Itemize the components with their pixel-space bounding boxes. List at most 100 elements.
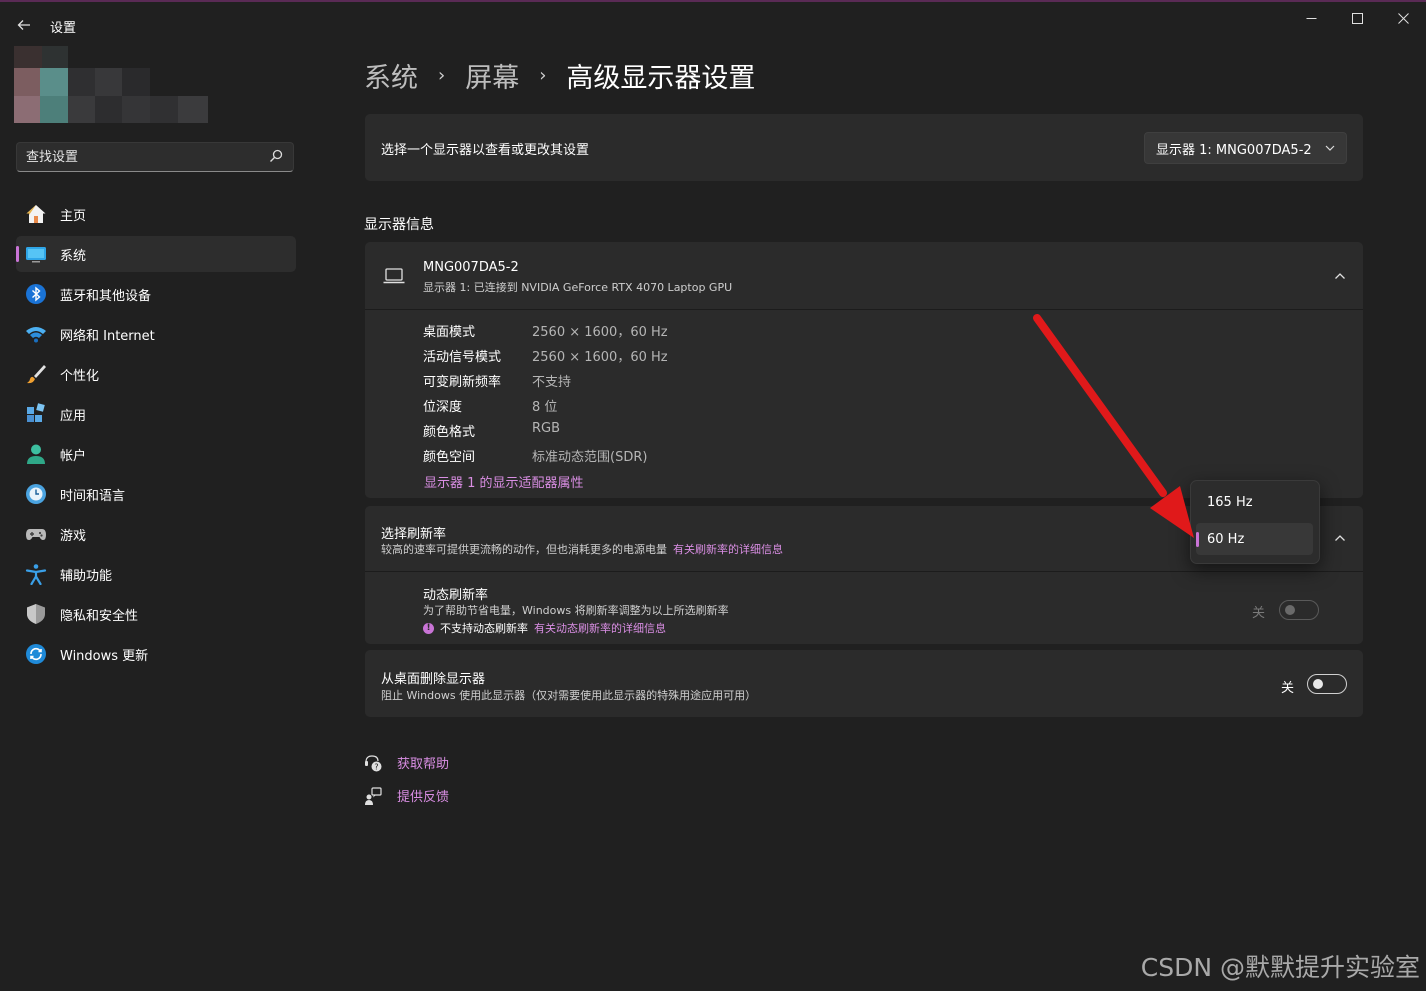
monitor-select-dropdown[interactable]: 显示器 1: MNG007DA5-2 [1144, 132, 1347, 164]
refresh-option-165hz[interactable]: 165 Hz [1196, 486, 1313, 518]
breadcrumb-separator-icon: › [539, 65, 547, 86]
sidebar-item-network[interactable]: 网络和 Internet [16, 316, 296, 352]
sidebar-nav: 主页 系统 蓝牙和其他设备 网络和 Internet 个性化 应用 帐户 时间和… [16, 196, 296, 676]
adapter-properties-link[interactable]: 显示器 1 的显示适配器属性 [424, 472, 584, 491]
dynamic-refresh-warning: ! 不支持动态刷新率 有关动态刷新率的详细信息 [423, 620, 666, 636]
sidebar-item-apps[interactable]: 应用 [16, 396, 296, 432]
close-button[interactable] [1380, 6, 1426, 30]
account-icon [27, 444, 45, 464]
minimize-button[interactable] [1288, 6, 1334, 30]
dynamic-refresh-title: 动态刷新率 [423, 588, 489, 603]
page-title: 高级显示器设置 [566, 63, 756, 94]
display-name: MNG007DA5-2 [423, 260, 519, 275]
window-top-border [0, 0, 1426, 2]
feedback-link[interactable]: 提供反馈 [364, 786, 449, 805]
dynamic-refresh-warning-text: 不支持动态刷新率 [440, 622, 528, 635]
sidebar-item-accessibility[interactable]: 辅助功能 [16, 556, 296, 592]
info-label: 颜色格式 [423, 425, 476, 440]
svg-text:?: ? [374, 762, 378, 771]
toggle-knob [1313, 679, 1323, 689]
chevron-up-icon[interactable] [1333, 531, 1347, 545]
sidebar-item-windows-update[interactable]: Windows 更新 [16, 636, 296, 672]
select-display-card: 选择一个显示器以查看或更改其设置 显示器 1: MNG007DA5-2 [365, 114, 1363, 181]
back-button[interactable] [10, 12, 38, 38]
dynamic-refresh-toggle-label: 关 [1252, 606, 1266, 621]
info-icon: ! [423, 622, 434, 634]
refresh-option-label: 165 Hz [1207, 494, 1253, 510]
refresh-option-label: 60 Hz [1207, 531, 1245, 547]
display-connection-subtitle: 显示器 1: 已连接到 NVIDIA GeForce RTX 4070 Lapt… [423, 281, 733, 294]
refresh-rate-title: 选择刷新率 [381, 527, 447, 542]
home-icon [26, 205, 46, 223]
chevron-down-icon [1325, 145, 1335, 151]
sidebar-item-label: 应用 [60, 408, 87, 424]
sidebar-item-label: 帐户 [60, 448, 87, 464]
accessibility-icon [25, 564, 47, 585]
help-icon: ? [365, 754, 382, 771]
bluetooth-icon [26, 284, 46, 304]
wifi-icon [26, 327, 46, 343]
clock-globe-icon [26, 484, 46, 504]
breadcrumb-display[interactable]: 屏幕 [465, 56, 519, 95]
sidebar-item-accounts[interactable]: 帐户 [16, 436, 296, 472]
watermark-text: CSDN @默默提升实验室 [1140, 953, 1420, 982]
maximize-icon [1351, 12, 1363, 24]
info-row-active-signal-mode: 活动信号模式 2560 × 1600，60 Hz [423, 346, 668, 365]
info-row-color-format: 颜色格式 RGB [423, 421, 560, 440]
info-value: 不支持 [532, 375, 572, 390]
update-icon [26, 644, 46, 664]
breadcrumb-system[interactable]: 系统 [364, 56, 418, 95]
sidebar-item-system[interactable]: 系统 [16, 236, 296, 272]
sidebar-item-bluetooth[interactable]: 蓝牙和其他设备 [16, 276, 296, 312]
sidebar-item-time-language[interactable]: 时间和语言 [16, 476, 296, 512]
apps-icon [27, 403, 45, 422]
search-icon[interactable] [269, 149, 283, 163]
sidebar-item-home[interactable]: 主页 [16, 196, 296, 232]
feedback-label: 提供反馈 [397, 790, 450, 805]
info-row-color-space: 颜色空间 标准动态范围(SDR) [423, 446, 647, 465]
info-value: 8 位 [532, 400, 558, 415]
sidebar-item-personalization[interactable]: 个性化 [16, 356, 296, 392]
dynamic-refresh-toggle[interactable] [1279, 600, 1319, 620]
sidebar-item-label: Windows 更新 [60, 648, 149, 664]
remove-display-desc: 阻止 Windows 使用此显示器（仅对需要使用此显示器的特殊用途应用可用） [381, 689, 757, 702]
refresh-option-60hz[interactable]: 60 Hz [1196, 523, 1313, 555]
app-title: 设置 [50, 21, 77, 36]
chevron-up-icon[interactable] [1333, 269, 1347, 283]
dynamic-refresh-info-link[interactable]: 有关动态刷新率的详细信息 [534, 620, 666, 636]
shield-icon [27, 604, 45, 624]
info-value: 2560 × 1600，60 Hz [532, 350, 668, 365]
sidebar-item-label: 隐私和安全性 [60, 608, 139, 624]
info-value: RGB [532, 421, 561, 436]
info-label: 颜色空间 [423, 450, 476, 465]
search-input[interactable] [26, 148, 256, 166]
remove-display-toggle-label: 关 [1281, 681, 1295, 696]
feedback-icon [365, 786, 382, 805]
brush-icon [27, 365, 46, 384]
refresh-rate-info-link[interactable]: 有关刷新率的详细信息 [673, 543, 783, 556]
breadcrumb: 系统 › 屏幕 › 高级显示器设置 [364, 56, 755, 95]
refresh-rate-dropdown-menu: 165 Hz 60 Hz [1190, 480, 1320, 564]
refresh-rate-desc: 较高的速率可提供更流畅的动作，但也消耗更多的电源电量 有关刷新率的详细信息 [381, 541, 783, 557]
info-label: 桌面模式 [423, 325, 476, 340]
sidebar-item-label: 个性化 [60, 368, 100, 384]
refresh-rate-desc-text: 较高的速率可提供更流畅的动作，但也消耗更多的电源电量 [381, 543, 667, 556]
user-avatar-pixelated[interactable] [14, 46, 208, 124]
sidebar-item-gaming[interactable]: 游戏 [16, 516, 296, 552]
sidebar-item-label: 辅助功能 [60, 568, 113, 584]
section-title-display-info: 显示器信息 [364, 217, 434, 233]
system-icon [26, 247, 46, 263]
sidebar-item-label: 网络和 Internet [60, 328, 155, 344]
sidebar-item-label: 蓝牙和其他设备 [60, 288, 152, 304]
maximize-button[interactable] [1334, 6, 1380, 30]
sidebar-item-label: 系统 [60, 248, 87, 264]
breadcrumb-separator-icon: › [438, 65, 446, 86]
remove-display-toggle[interactable] [1307, 674, 1347, 694]
back-arrow-icon [17, 20, 30, 30]
info-value: 2560 × 1600，60 Hz [532, 325, 668, 340]
close-icon [1397, 12, 1409, 24]
sidebar-item-privacy[interactable]: 隐私和安全性 [16, 596, 296, 632]
get-help-link[interactable]: ? 获取帮助 [364, 753, 449, 772]
display-info-header[interactable]: MNG007DA5-2 显示器 1: 已连接到 NVIDIA GeForce R… [365, 242, 1363, 310]
search-box[interactable] [16, 142, 294, 172]
